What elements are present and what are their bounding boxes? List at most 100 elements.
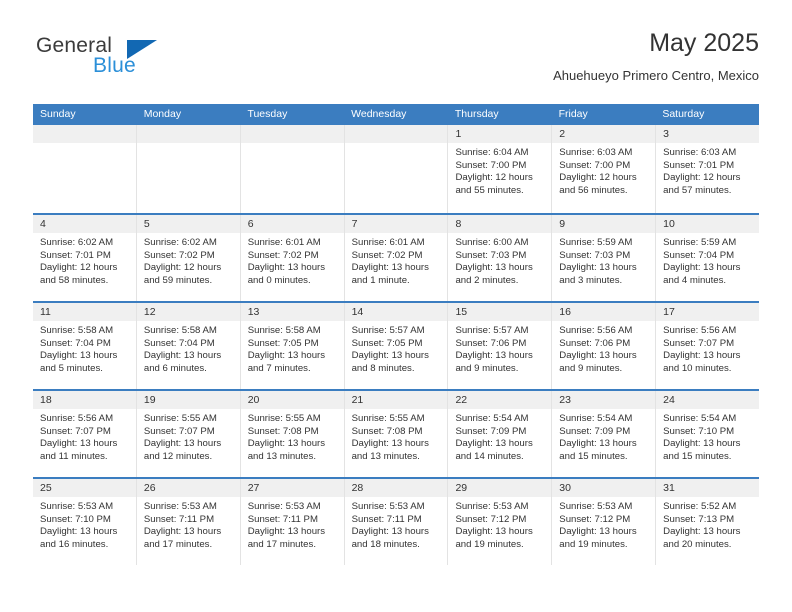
weekday-thursday: Thursday bbox=[454, 108, 499, 120]
day-number bbox=[344, 125, 448, 143]
daylight-text-line2: and 14 minutes. bbox=[455, 450, 524, 462]
day-number: 21 bbox=[344, 391, 448, 409]
sunset-text: Sunset: 7:10 PM bbox=[40, 513, 111, 525]
day-cell[interactable]: 19 Sunrise: 5:55 AM Sunset: 7:07 PM Dayl… bbox=[136, 391, 241, 477]
daylight-text-line2: and 17 minutes. bbox=[143, 538, 213, 550]
daylight-text-line1: Daylight: 13 hours bbox=[663, 262, 741, 274]
day-details: Sunrise: 5:54 AM Sunset: 7:09 PM Dayligh… bbox=[448, 409, 551, 463]
sunrise-text: Sunrise: 6:04 AM bbox=[455, 147, 529, 158]
day-cell[interactable] bbox=[136, 125, 241, 213]
daylight-text-line2: and 4 minutes. bbox=[663, 274, 727, 286]
day-cell[interactable]: 8 Sunrise: 6:00 AM Sunset: 7:03 PM Dayli… bbox=[448, 215, 553, 301]
day-cell[interactable]: 12 Sunrise: 5:58 AM Sunset: 7:04 PM Dayl… bbox=[136, 303, 241, 389]
day-details: Sunrise: 6:01 AM Sunset: 7:02 PM Dayligh… bbox=[241, 233, 344, 287]
day-cell[interactable] bbox=[33, 125, 137, 213]
day-cell[interactable]: 23 Sunrise: 5:54 AM Sunset: 7:09 PM Dayl… bbox=[552, 391, 657, 477]
day-cell[interactable]: 11 Sunrise: 5:58 AM Sunset: 7:04 PM Dayl… bbox=[33, 303, 137, 389]
day-number: 28 bbox=[344, 479, 448, 497]
day-details: Sunrise: 5:52 AM Sunset: 7:13 PM Dayligh… bbox=[656, 497, 759, 551]
day-number: 6 bbox=[240, 215, 344, 233]
day-number: 13 bbox=[240, 303, 344, 321]
weekday-wednesday: Wednesday bbox=[351, 108, 407, 120]
day-cell[interactable]: 10 Sunrise: 5:59 AM Sunset: 7:04 PM Dayl… bbox=[656, 215, 760, 301]
daylight-text-line1: Daylight: 13 hours bbox=[143, 526, 222, 538]
daylight-text-line1: Daylight: 13 hours bbox=[559, 350, 637, 362]
day-cell[interactable]: 26 Sunrise: 5:53 AM Sunset: 7:11 PM Dayl… bbox=[136, 479, 241, 565]
day-cell[interactable]: 3 Sunrise: 6:03 AM Sunset: 7:01 PM Dayli… bbox=[656, 125, 760, 213]
day-number: 1 bbox=[448, 125, 552, 143]
day-details: Sunrise: 5:57 AM Sunset: 7:05 PM Dayligh… bbox=[345, 321, 448, 375]
page-header: General Blue May 2025 Ahuehueyo Primero … bbox=[33, 28, 759, 90]
day-cell[interactable]: 27 Sunrise: 5:53 AM Sunset: 7:11 PM Dayl… bbox=[240, 479, 345, 565]
daylight-text-line1: Daylight: 12 hours bbox=[40, 262, 118, 274]
daylight-text-line1: Daylight: 13 hours bbox=[455, 526, 533, 538]
day-details: Sunrise: 5:56 AM Sunset: 7:07 PM Dayligh… bbox=[656, 321, 759, 375]
day-cell[interactable] bbox=[344, 125, 449, 213]
sunrise-text: Sunrise: 5:53 AM bbox=[559, 501, 633, 512]
day-number: 7 bbox=[344, 215, 448, 233]
day-number: 27 bbox=[240, 479, 344, 497]
day-cell[interactable]: 6 Sunrise: 6:01 AM Sunset: 7:02 PM Dayli… bbox=[240, 215, 345, 301]
day-number: 17 bbox=[656, 303, 760, 321]
day-cell[interactable]: 24 Sunrise: 5:54 AM Sunset: 7:10 PM Dayl… bbox=[656, 391, 760, 477]
general-blue-logo[interactable]: General Blue bbox=[33, 34, 233, 86]
daylight-text-line2: and 57 minutes. bbox=[663, 184, 732, 196]
sunset-text: Sunset: 7:02 PM bbox=[351, 249, 423, 261]
day-number: 15 bbox=[448, 303, 552, 321]
daylight-text-line2: and 1 minute. bbox=[351, 274, 410, 286]
day-cell[interactable]: 2 Sunrise: 6:03 AM Sunset: 7:00 PM Dayli… bbox=[552, 125, 657, 213]
day-cell[interactable]: 4 Sunrise: 6:02 AM Sunset: 7:01 PM Dayli… bbox=[33, 215, 137, 301]
daylight-text-line1: Daylight: 13 hours bbox=[247, 350, 326, 362]
daylight-text-line2: and 16 minutes. bbox=[40, 538, 109, 550]
day-cell[interactable]: 9 Sunrise: 5:59 AM Sunset: 7:03 PM Dayli… bbox=[552, 215, 657, 301]
sunrise-text: Sunrise: 5:53 AM bbox=[247, 501, 321, 512]
day-details: Sunrise: 5:54 AM Sunset: 7:10 PM Dayligh… bbox=[656, 409, 759, 463]
day-cell[interactable]: 18 Sunrise: 5:56 AM Sunset: 7:07 PM Dayl… bbox=[33, 391, 137, 477]
daylight-text-line2: and 6 minutes. bbox=[143, 362, 207, 374]
day-cell[interactable]: 14 Sunrise: 5:57 AM Sunset: 7:05 PM Dayl… bbox=[344, 303, 449, 389]
day-cell[interactable]: 1 Sunrise: 6:04 AM Sunset: 7:00 PM Dayli… bbox=[448, 125, 553, 213]
day-details: Sunrise: 6:04 AM Sunset: 7:00 PM Dayligh… bbox=[448, 143, 551, 197]
day-details: Sunrise: 5:58 AM Sunset: 7:04 PM Dayligh… bbox=[33, 321, 136, 375]
day-cell[interactable]: 20 Sunrise: 5:55 AM Sunset: 7:08 PM Dayl… bbox=[240, 391, 345, 477]
sunrise-text: Sunrise: 5:53 AM bbox=[143, 501, 217, 512]
day-cell[interactable]: 22 Sunrise: 5:54 AM Sunset: 7:09 PM Dayl… bbox=[448, 391, 553, 477]
daylight-text-line1: Daylight: 13 hours bbox=[559, 262, 637, 274]
day-number: 4 bbox=[33, 215, 136, 233]
sunset-text: Sunset: 7:03 PM bbox=[559, 249, 631, 261]
daylight-text-line2: and 13 minutes. bbox=[247, 450, 316, 462]
day-number: 30 bbox=[552, 479, 656, 497]
sunset-text: Sunset: 7:12 PM bbox=[559, 513, 631, 525]
sunset-text: Sunset: 7:00 PM bbox=[455, 159, 527, 171]
daylight-text-line2: and 15 minutes. bbox=[559, 450, 628, 462]
day-details: Sunrise: 5:53 AM Sunset: 7:12 PM Dayligh… bbox=[552, 497, 655, 551]
daylight-text-line2: and 19 minutes. bbox=[455, 538, 524, 550]
day-details: Sunrise: 5:58 AM Sunset: 7:05 PM Dayligh… bbox=[241, 321, 344, 375]
day-cell[interactable] bbox=[240, 125, 345, 213]
day-cell[interactable]: 15 Sunrise: 5:57 AM Sunset: 7:06 PM Dayl… bbox=[448, 303, 553, 389]
day-details: Sunrise: 6:00 AM Sunset: 7:03 PM Dayligh… bbox=[448, 233, 551, 287]
day-cell[interactable]: 7 Sunrise: 6:01 AM Sunset: 7:02 PM Dayli… bbox=[344, 215, 449, 301]
sunset-text: Sunset: 7:01 PM bbox=[40, 249, 111, 261]
day-cell[interactable]: 25 Sunrise: 5:53 AM Sunset: 7:10 PM Dayl… bbox=[33, 479, 137, 565]
day-number: 26 bbox=[136, 479, 240, 497]
day-details: Sunrise: 5:56 AM Sunset: 7:06 PM Dayligh… bbox=[552, 321, 655, 375]
daylight-text-line2: and 0 minutes. bbox=[247, 274, 311, 286]
day-cell[interactable]: 17 Sunrise: 5:56 AM Sunset: 7:07 PM Dayl… bbox=[656, 303, 760, 389]
day-cell[interactable]: 13 Sunrise: 5:58 AM Sunset: 7:05 PM Dayl… bbox=[240, 303, 345, 389]
sunset-text: Sunset: 7:07 PM bbox=[40, 425, 111, 437]
day-details: Sunrise: 5:53 AM Sunset: 7:11 PM Dayligh… bbox=[137, 497, 240, 551]
day-number: 29 bbox=[448, 479, 552, 497]
day-cell[interactable]: 21 Sunrise: 5:55 AM Sunset: 7:08 PM Dayl… bbox=[344, 391, 449, 477]
day-cell[interactable]: 16 Sunrise: 5:56 AM Sunset: 7:06 PM Dayl… bbox=[552, 303, 657, 389]
week-row: 11 Sunrise: 5:58 AM Sunset: 7:04 PM Dayl… bbox=[33, 301, 760, 389]
day-cell[interactable]: 31 Sunrise: 5:52 AM Sunset: 7:13 PM Dayl… bbox=[656, 479, 760, 565]
sunset-text: Sunset: 7:02 PM bbox=[143, 249, 215, 261]
day-cell[interactable]: 29 Sunrise: 5:53 AM Sunset: 7:12 PM Dayl… bbox=[448, 479, 553, 565]
daylight-text-line2: and 58 minutes. bbox=[40, 274, 109, 286]
day-cell[interactable]: 28 Sunrise: 5:53 AM Sunset: 7:11 PM Dayl… bbox=[344, 479, 449, 565]
day-cell[interactable]: 5 Sunrise: 6:02 AM Sunset: 7:02 PM Dayli… bbox=[136, 215, 241, 301]
day-cell[interactable]: 30 Sunrise: 5:53 AM Sunset: 7:12 PM Dayl… bbox=[552, 479, 657, 565]
day-details: Sunrise: 5:56 AM Sunset: 7:07 PM Dayligh… bbox=[33, 409, 136, 463]
sunrise-text: Sunrise: 6:02 AM bbox=[143, 237, 217, 248]
